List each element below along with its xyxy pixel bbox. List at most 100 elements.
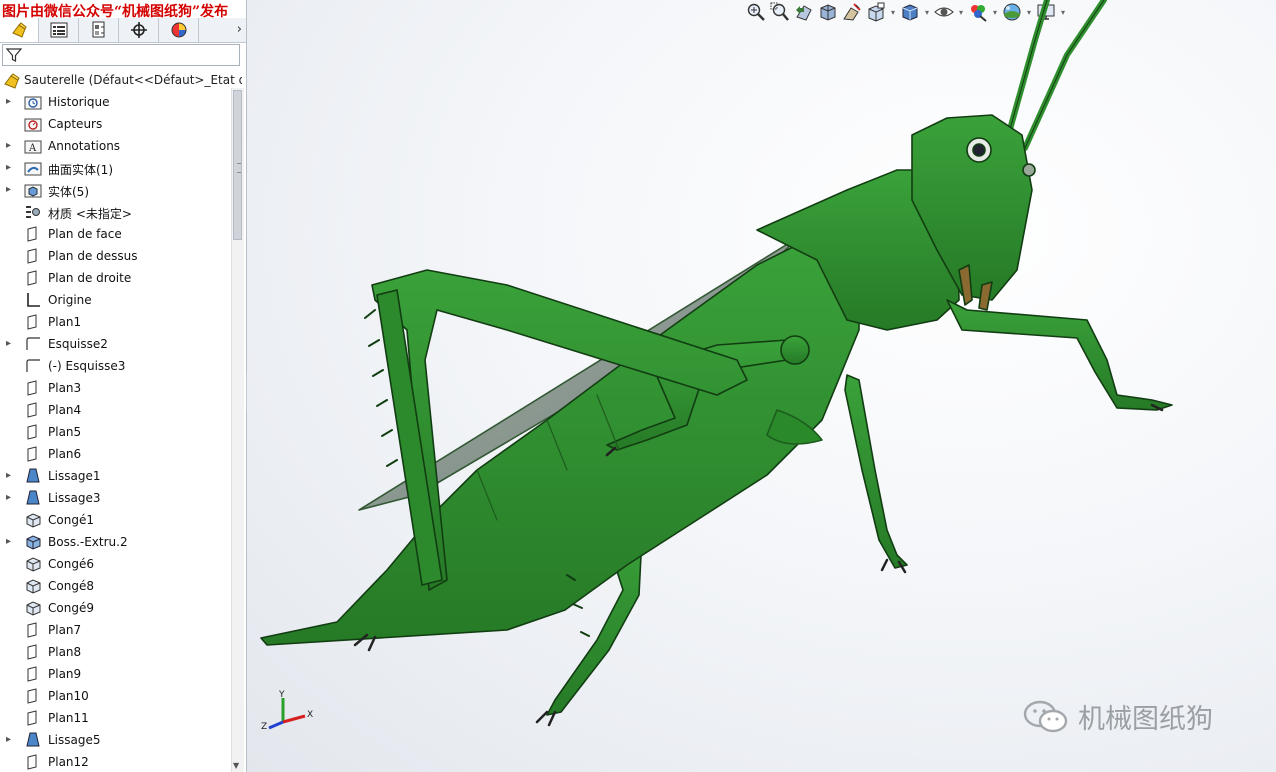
- tree-item[interactable]: 材质 <未指定>: [0, 201, 230, 223]
- filter-icon: [6, 48, 22, 62]
- tree-item-label: Plan de dessus: [48, 249, 138, 263]
- tree-item-label: Plan7: [48, 623, 82, 637]
- tree-item-label: Plan3: [48, 381, 82, 395]
- tree-item-label: Lissage5: [48, 733, 101, 747]
- configurationmanager-icon: [92, 21, 105, 38]
- tree-item[interactable]: Plan8: [0, 641, 230, 663]
- tree-item[interactable]: Congé6: [0, 553, 230, 575]
- tree-item[interactable]: ▸ Boss.-Extru.2: [0, 531, 230, 553]
- plane-icon: [24, 248, 42, 264]
- tree-item-label: (-) Esquisse3: [48, 359, 126, 373]
- expand-arrow-icon[interactable]: ▸: [6, 96, 11, 107]
- tree-item-label: Lissage3: [48, 491, 101, 505]
- tree-item[interactable]: Plan12: [0, 751, 230, 772]
- expand-arrow-icon[interactable]: ▸: [6, 184, 11, 195]
- tree-item[interactable]: (-) Esquisse3: [0, 355, 230, 377]
- tree-item[interactable]: Plan7: [0, 619, 230, 641]
- extrude-icon: [24, 534, 42, 550]
- expand-arrow-icon[interactable]: ▸: [6, 162, 11, 173]
- tree-item[interactable]: Plan de face: [0, 223, 230, 245]
- scrollbar-thumb[interactable]: [233, 90, 242, 240]
- tree-item[interactable]: Capteurs: [0, 113, 230, 135]
- plane-icon: [24, 710, 42, 726]
- tree-item-label: Plan9: [48, 667, 82, 681]
- expand-arrow-icon[interactable]: ▸: [6, 470, 11, 481]
- grasshopper-model[interactable]: [247, 0, 1276, 772]
- tree-item[interactable]: Congé1: [0, 509, 230, 531]
- plane-icon: [24, 424, 42, 440]
- tree-item[interactable]: ▸ Lissage3: [0, 487, 230, 509]
- fillet-icon: [24, 578, 42, 594]
- tree-item[interactable]: Origine: [0, 289, 230, 311]
- plane-icon: [24, 622, 42, 638]
- tree-item-label: Boss.-Extru.2: [48, 535, 128, 549]
- tree-item[interactable]: ▸ 实体(5): [0, 179, 230, 201]
- tree-item[interactable]: Congé8: [0, 575, 230, 597]
- tree-item[interactable]: Congé9: [0, 597, 230, 619]
- annotations-icon: A: [24, 138, 42, 154]
- tree-item[interactable]: ▸ Historique: [0, 91, 230, 113]
- part-icon: [4, 73, 20, 89]
- plane-icon: [24, 666, 42, 682]
- tree-item[interactable]: ▸ Esquisse2: [0, 333, 230, 355]
- tree-item[interactable]: Plan1: [0, 311, 230, 333]
- loft-icon: [24, 468, 42, 484]
- featuremanager-icon: [12, 22, 27, 38]
- solid-bodies-icon: [24, 182, 42, 198]
- feature-manager-panel: 图片由微信公众号“机械图纸狗”发布 › Sauterelle (Défaut<<…: [0, 0, 247, 772]
- tree-item[interactable]: Plan9: [0, 663, 230, 685]
- tree-item-label: 实体(5): [48, 185, 89, 199]
- display-manager-icon: [171, 22, 187, 38]
- tree-item-label: Plan8: [48, 645, 82, 659]
- fillet-icon: [24, 600, 42, 616]
- expand-arrow-icon[interactable]: ▸: [6, 140, 11, 151]
- tree-item[interactable]: ▸ Lissage1: [0, 465, 230, 487]
- triad-z-label: Z: [261, 722, 267, 732]
- feature-tree: ▸ Historique Capteurs ▸ A Annotations ▸ 曲面实体(1)…: [0, 91, 230, 772]
- tree-item[interactable]: Plan3: [0, 377, 230, 399]
- svg-text:A: A: [28, 143, 37, 154]
- plane-icon: [24, 402, 42, 418]
- tree-item-label: Congé1: [48, 513, 94, 527]
- plane-icon: [24, 754, 42, 770]
- tree-root-part[interactable]: Sauterelle (Défaut<<Défaut>_Etat d: [0, 70, 242, 90]
- tab-propertymanager[interactable]: [40, 18, 79, 42]
- expand-arrow-icon[interactable]: ▸: [6, 734, 11, 745]
- tree-item-label: Plan11: [48, 711, 89, 725]
- tree-item-label: Plan1: [48, 315, 82, 329]
- tree-item-label: Plan de droite: [48, 271, 132, 285]
- tree-item[interactable]: Plan5: [0, 421, 230, 443]
- tree-item[interactable]: Plan6: [0, 443, 230, 465]
- loft-icon: [24, 732, 42, 748]
- tab-configurationmanager[interactable]: [80, 18, 119, 42]
- expand-arrow-icon[interactable]: ▸: [6, 536, 11, 547]
- expand-arrow-icon[interactable]: ▸: [6, 492, 11, 503]
- wechat-watermark-text: 机械图纸狗: [1078, 704, 1213, 735]
- tree-item[interactable]: ▸ Lissage5: [0, 729, 230, 751]
- tab-display-manager[interactable]: [160, 18, 199, 42]
- tree-item-label: 材质 <未指定>: [48, 207, 132, 221]
- tab-featuremanager[interactable]: [0, 18, 39, 42]
- tree-scrollbar[interactable]: ▼: [231, 88, 244, 772]
- scroll-down-icon[interactable]: ▼: [233, 761, 239, 770]
- tree-item[interactable]: Plan4: [0, 399, 230, 421]
- tree-item[interactable]: ▸ 曲面实体(1): [0, 157, 230, 179]
- graphics-area[interactable]: ▾ ▾ ▾ ▾ ▾ ▾ Y X Z 机械图纸狗: [247, 0, 1276, 772]
- tree-item-label: Plan6: [48, 447, 82, 461]
- tree-item-label: Plan4: [48, 403, 82, 417]
- tree-item[interactable]: Plan de droite: [0, 267, 230, 289]
- tree-item[interactable]: Plan10: [0, 685, 230, 707]
- plane-icon: [24, 644, 42, 660]
- tree-filter-input[interactable]: [2, 44, 240, 66]
- tab-dimxpert[interactable]: [120, 18, 159, 42]
- loft-icon: [24, 490, 42, 506]
- tree-item[interactable]: Plan11: [0, 707, 230, 729]
- tree-item[interactable]: ▸ A Annotations: [0, 135, 230, 157]
- wechat-logo-icon: [1023, 700, 1068, 732]
- tree-item[interactable]: Plan de dessus: [0, 245, 230, 267]
- origin-icon: [24, 292, 42, 308]
- tree-item-label: Annotations: [48, 139, 121, 153]
- expand-arrow-icon[interactable]: ▸: [6, 338, 11, 349]
- tabs-scroll-right-icon[interactable]: ›: [237, 22, 242, 37]
- tree-item-label: 曲面实体(1): [48, 163, 113, 177]
